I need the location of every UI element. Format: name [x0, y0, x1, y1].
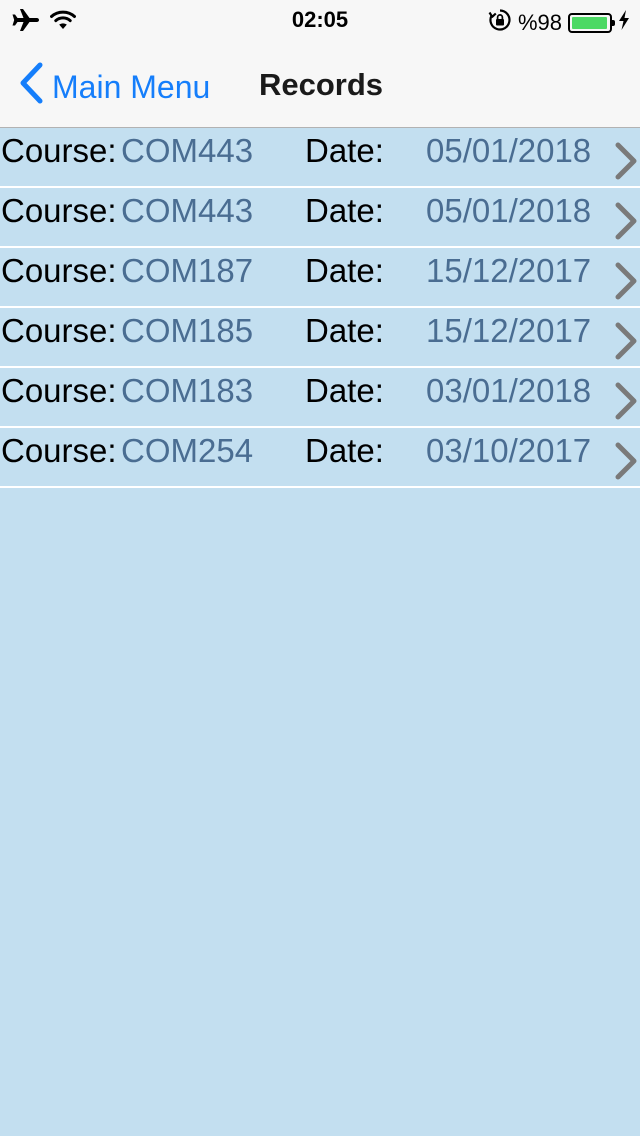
course-label: Course:: [1, 192, 117, 229]
course-label: Course:: [1, 132, 117, 169]
status-right: %98: [488, 8, 630, 37]
chevron-right-icon: [615, 142, 637, 180]
battery-level-fill: [572, 16, 608, 29]
date-value: 05/01/2018: [426, 132, 592, 169]
navigation-bar: Main Menu Records: [0, 40, 640, 128]
battery-icon: [568, 12, 615, 33]
course-value: COM254: [121, 432, 254, 469]
record-row[interactable]: Course: COM185 Date: 15/12/2017: [0, 308, 640, 368]
course-label: Course:: [1, 372, 117, 409]
course-value: COM443: [121, 192, 254, 229]
top-bar: 02:05 %98 Main Menu Records: [0, 0, 640, 128]
rotation-lock-icon: [488, 8, 512, 37]
record-row[interactable]: Course: COM254 Date: 03/10/2017: [0, 428, 640, 488]
date-value: 03/01/2018: [426, 372, 592, 409]
record-row[interactable]: Course: COM443 Date: 05/01/2018: [0, 128, 640, 188]
course-value: COM443: [121, 132, 254, 169]
date-value: 05/01/2018: [426, 192, 592, 229]
chevron-right-icon: [615, 262, 637, 300]
record-row[interactable]: Course: COM183 Date: 03/01/2018: [0, 368, 640, 428]
record-row[interactable]: Course: COM443 Date: 05/01/2018: [0, 188, 640, 248]
course-value: COM183: [121, 372, 254, 409]
date-label: Date:: [305, 252, 384, 289]
chevron-right-icon: [615, 202, 637, 240]
battery-percentage: %98: [517, 9, 562, 35]
chevron-right-icon: [615, 382, 637, 420]
course-label: Course:: [1, 432, 117, 469]
date-label: Date:: [305, 432, 384, 469]
course-value: COM187: [121, 252, 254, 289]
date-value: 03/10/2017: [426, 432, 592, 469]
status-bar: 02:05 %98: [0, 0, 640, 40]
page-title: Records: [259, 67, 384, 102]
date-value: 15/12/2017: [426, 252, 592, 289]
date-value: 15/12/2017: [426, 312, 592, 349]
course-value: COM185: [121, 312, 254, 349]
course-label: Course:: [1, 312, 117, 349]
date-label: Date:: [305, 372, 384, 409]
date-label: Date:: [305, 132, 384, 169]
date-label: Date:: [305, 192, 384, 229]
back-button-label: Main Menu: [52, 68, 211, 105]
record-row[interactable]: Course: COM187 Date: 15/12/2017: [0, 248, 640, 308]
charging-bolt-icon: [618, 10, 630, 35]
chevron-right-icon: [615, 442, 637, 480]
chevron-right-icon: [615, 322, 637, 360]
chevron-left-icon: [18, 62, 44, 112]
back-button[interactable]: Main Menu: [18, 62, 210, 112]
course-label: Course:: [1, 252, 117, 289]
date-label: Date:: [305, 312, 384, 349]
records-list: Course: COM443 Date: 05/01/2018 Course: …: [0, 128, 640, 488]
